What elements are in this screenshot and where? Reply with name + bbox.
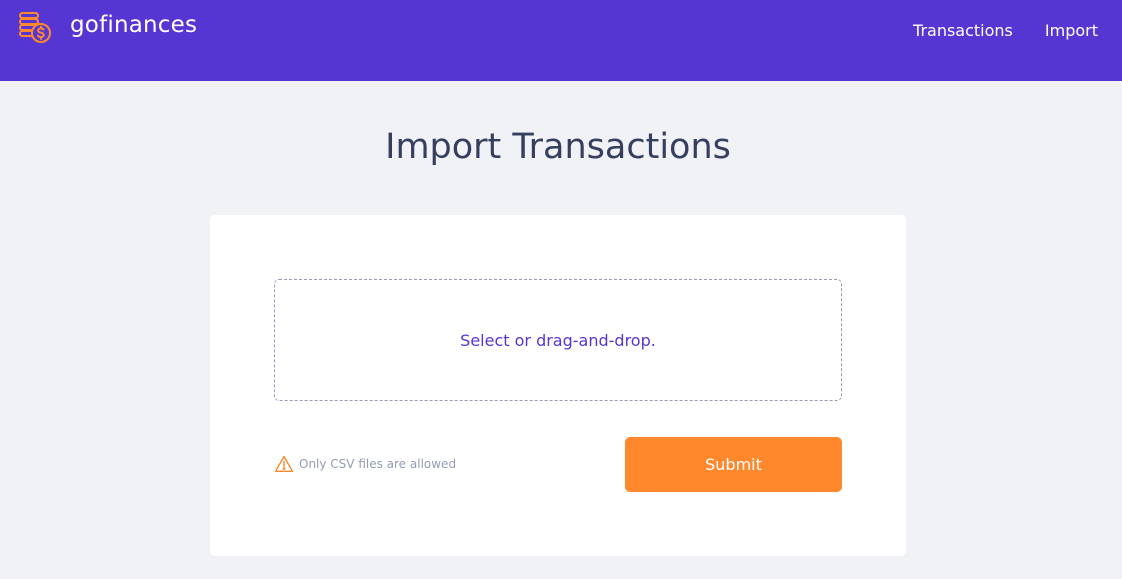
import-card: Select or drag-and-drop. Only CSV files … <box>210 215 906 556</box>
submit-button[interactable]: Submit <box>625 437 842 492</box>
stacked-coins-dollar-icon <box>19 12 51 43</box>
page-title: Import Transactions <box>385 127 731 167</box>
app-name: gofinances <box>70 12 198 38</box>
logo-link[interactable]: gofinances <box>18 10 197 46</box>
main-nav: Transactions Import <box>913 20 1098 42</box>
hint-text: Only CSV files are allowed <box>299 457 457 471</box>
file-type-hint: Only CSV files are allowed <box>274 454 456 474</box>
nav-link-import[interactable]: Import <box>1045 20 1098 42</box>
alert-triangle-icon <box>274 455 294 472</box>
nav-link-transactions[interactable]: Transactions <box>913 20 1013 42</box>
file-dropzone[interactable]: Select or drag-and-drop. <box>274 279 842 401</box>
dropzone-label: Select or drag-and-drop. <box>460 330 656 350</box>
app-header: gofinances Transactions Import <box>0 0 1122 81</box>
import-footer: Only CSV files are allowed Submit <box>274 437 842 492</box>
